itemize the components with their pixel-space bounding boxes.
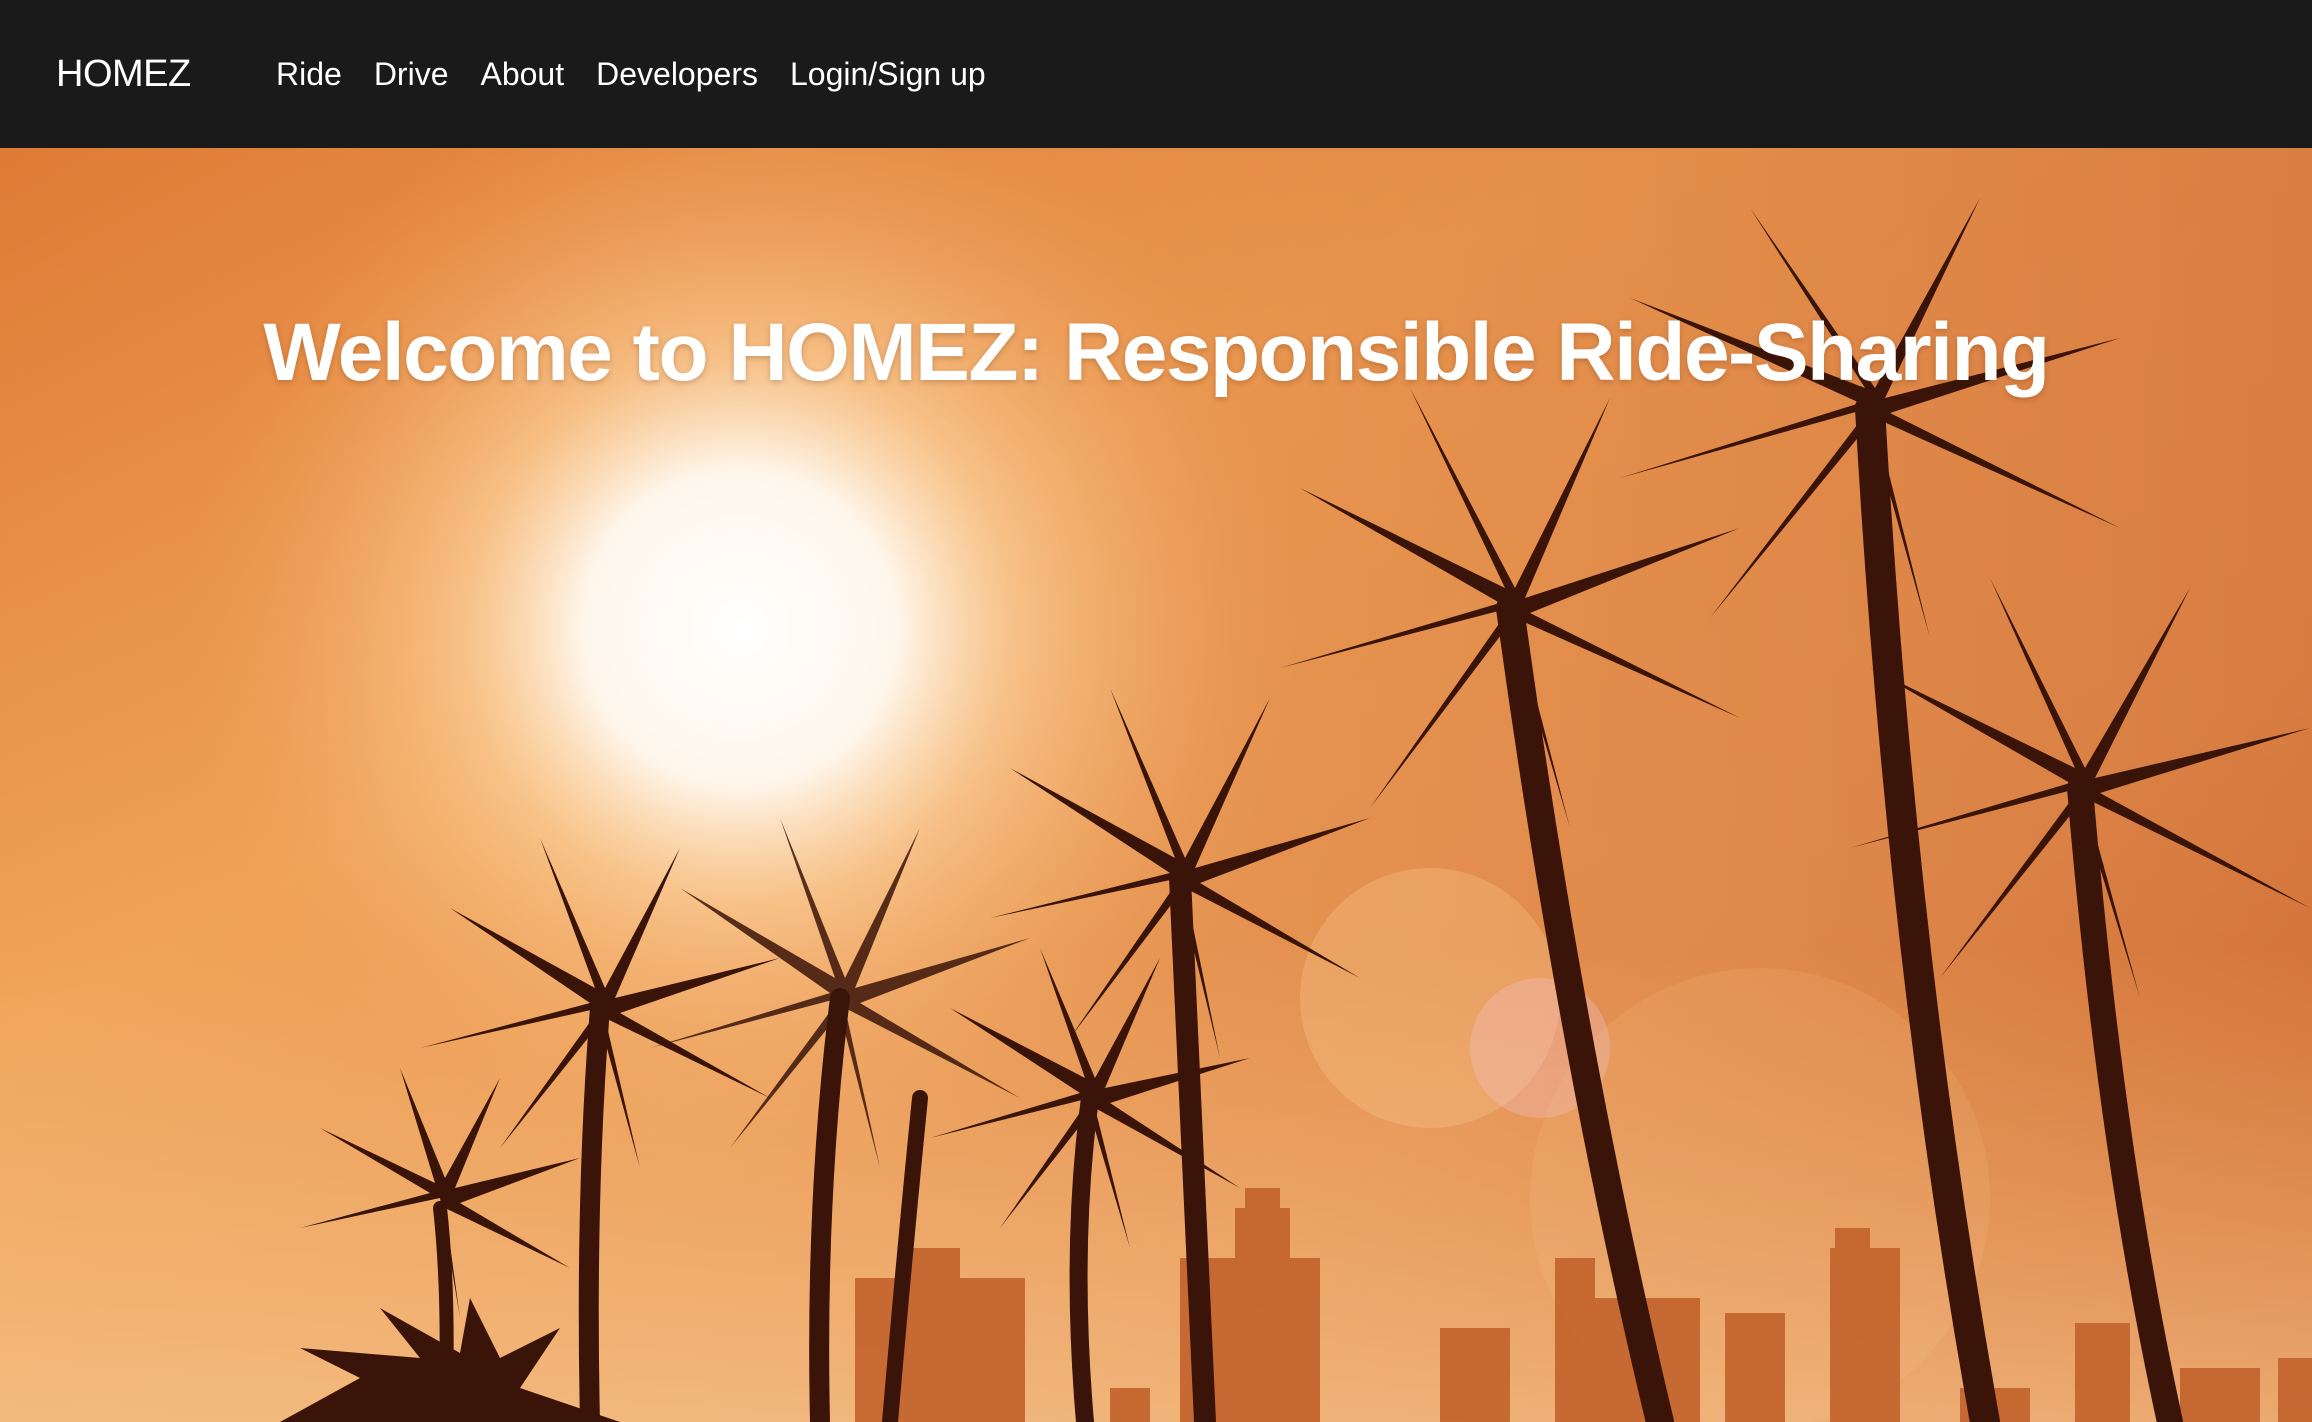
main-nav: Ride Drive About Developers Login/Sign u… [276, 50, 986, 98]
nav-item-about[interactable]: About [480, 50, 564, 98]
nav-item-drive[interactable]: Drive [374, 50, 449, 98]
brand-logo-link[interactable]: HOMEZ [56, 50, 191, 98]
hero-section: Welcome to HOMEZ: Responsible Ride-Shari… [0, 148, 2312, 1422]
nav-item-ride[interactable]: Ride [276, 50, 342, 98]
hero-title: Welcome to HOMEZ: Responsible Ride-Shari… [263, 306, 2050, 398]
top-navbar: HOMEZ Ride Drive About Developers Login/… [0, 0, 2312, 148]
nav-item-developers[interactable]: Developers [596, 50, 758, 98]
nav-item-login-signup[interactable]: Login/Sign up [790, 50, 986, 98]
